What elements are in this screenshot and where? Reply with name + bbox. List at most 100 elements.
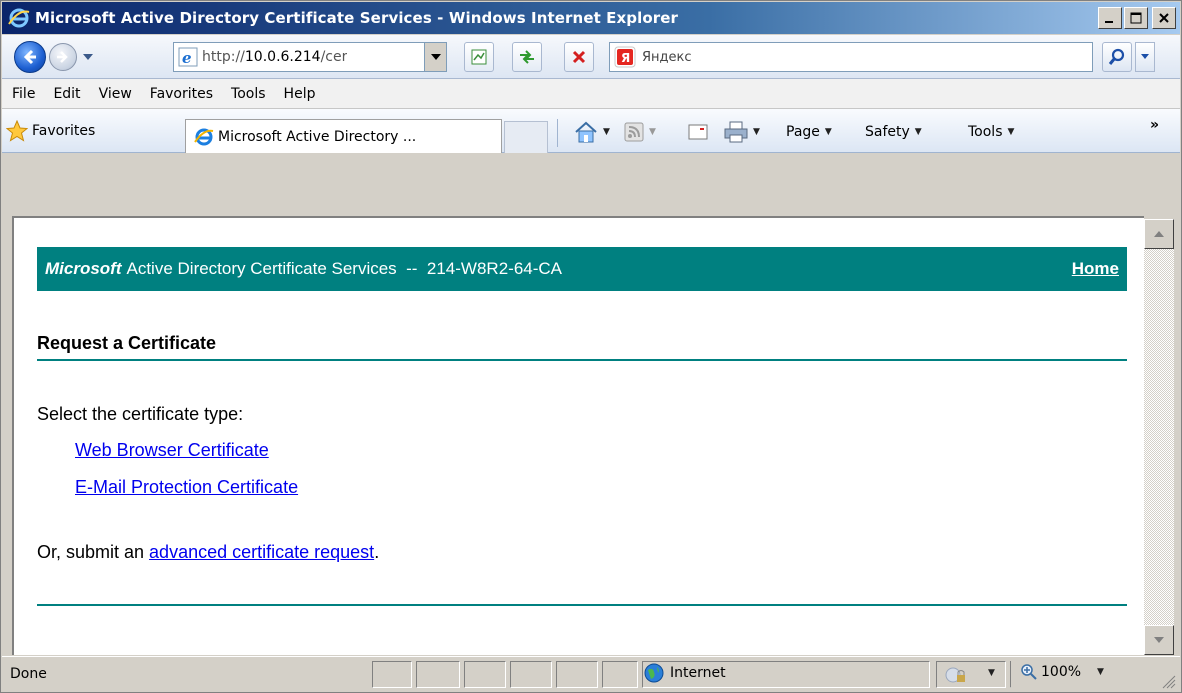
vertical-scrollbar[interactable] <box>1144 219 1174 655</box>
compatibility-view-button[interactable] <box>464 42 494 72</box>
protected-mode-icon <box>945 667 965 683</box>
menu-edit[interactable]: Edit <box>44 86 89 102</box>
status-panel <box>510 661 552 688</box>
svg-text:Я: Я <box>621 51 630 65</box>
more-commands-button[interactable]: » <box>1150 117 1159 133</box>
menu-bar: File Edit View Favorites Tools Help <box>2 79 1180 109</box>
chevron-down-icon: ▼ <box>603 127 610 137</box>
chevron-down-icon <box>1141 54 1149 59</box>
search-options-dropdown[interactable] <box>1135 42 1155 72</box>
search-button[interactable] <box>1102 42 1132 72</box>
address-dropdown-button[interactable] <box>424 43 446 71</box>
advanced-suffix: . <box>374 542 380 562</box>
advanced-certificate-request-link[interactable]: advanced certificate request <box>149 542 374 562</box>
safety-menu-label: Safety <box>865 124 910 140</box>
yandex-icon: Я <box>614 46 636 68</box>
divider <box>1010 661 1011 688</box>
menu-file[interactable]: File <box>2 86 44 102</box>
status-bar: Done Internet ▼ 100% ▼ <box>2 656 1180 692</box>
tools-menu-button[interactable]: Tools ▼ <box>968 119 1014 145</box>
zone-label: Internet <box>670 665 726 681</box>
ie-logo-icon <box>8 8 30 28</box>
menu-tools[interactable]: Tools <box>222 86 275 102</box>
zoom-control[interactable]: 100% ▼ <box>1020 663 1104 681</box>
footer-divider <box>37 604 1127 606</box>
select-prompt: Select the certificate type: <box>37 404 244 424</box>
back-button[interactable] <box>14 41 46 73</box>
web-browser-certificate-link[interactable]: Web Browser Certificate <box>75 440 269 461</box>
chevron-down-icon: ▼ <box>649 127 656 137</box>
chevron-down-icon <box>430 54 441 60</box>
minimize-icon <box>1105 21 1113 23</box>
ie-logo-icon <box>194 128 214 145</box>
close-icon <box>1159 13 1169 23</box>
security-zone[interactable]: Internet <box>644 663 726 683</box>
back-arrow-icon <box>23 49 36 65</box>
divider <box>557 119 558 147</box>
chevron-down-icon: ▼ <box>1007 127 1015 137</box>
mail-icon <box>688 124 708 140</box>
protected-mode-panel[interactable]: ▼ <box>936 661 1006 688</box>
refresh-button[interactable] <box>512 42 542 72</box>
chevron-down-icon: ▼ <box>1097 667 1104 677</box>
home-link[interactable]: Home <box>1072 259 1119 279</box>
tab-active[interactable]: Microsoft Active Directory ... <box>185 119 502 153</box>
scroll-down-button[interactable] <box>1144 625 1174 655</box>
status-panel <box>372 661 412 688</box>
forward-arrow-icon <box>57 51 68 63</box>
stop-button[interactable] <box>564 42 594 72</box>
home-icon <box>575 121 597 143</box>
address-toolbar: e http://10.0.6.214/cer Я Яндекс <box>2 35 1180 79</box>
history-dropdown-icon[interactable] <box>82 52 94 62</box>
mail-button[interactable] <box>688 119 708 145</box>
advanced-request-line: Or, submit an advanced certificate reque… <box>37 542 379 563</box>
minimize-button[interactable] <box>1098 7 1122 29</box>
scroll-up-button[interactable] <box>1144 219 1174 249</box>
address-url: http://10.0.6.214/cer <box>202 49 348 65</box>
header-brand: Microsoft <box>45 259 122 278</box>
ca-header-bar: Microsoft Active Directory Certificate S… <box>37 247 1127 291</box>
resize-grip-icon[interactable] <box>1158 671 1176 689</box>
chevron-down-icon: ▼ <box>988 668 995 678</box>
tools-menu-label: Tools <box>968 124 1003 140</box>
window-title: Microsoft Active Directory Certificate S… <box>35 9 679 27</box>
title-bar[interactable]: Microsoft Active Directory Certificate S… <box>2 2 1180 34</box>
arrow-down-icon <box>1154 637 1164 643</box>
menu-favorites[interactable]: Favorites <box>141 86 222 102</box>
printer-icon <box>724 121 748 143</box>
close-button[interactable] <box>1152 7 1176 29</box>
print-button[interactable]: ▼ <box>724 119 760 145</box>
search-placeholder: Яндекс <box>642 49 692 65</box>
safety-menu-button[interactable]: Safety ▼ <box>865 119 922 145</box>
zoom-icon <box>1021 664 1037 680</box>
favorites-label: Favorites <box>32 123 96 139</box>
globe-icon <box>644 663 664 683</box>
menu-view[interactable]: View <box>90 86 141 102</box>
compatibility-icon <box>471 49 487 65</box>
arrow-up-icon <box>1154 231 1164 237</box>
stop-icon <box>572 50 586 64</box>
page-menu-button[interactable]: Page ▼ <box>786 119 832 145</box>
forward-button[interactable] <box>49 43 77 71</box>
status-panel <box>556 661 598 688</box>
status-panel <box>602 661 638 688</box>
chevron-down-icon: ▼ <box>824 127 832 137</box>
address-input[interactable]: e http://10.0.6.214/cer <box>173 42 447 72</box>
advanced-prefix: Or, submit an <box>37 542 150 562</box>
new-tab-button[interactable] <box>504 121 548 153</box>
command-bar: Favorites Microsoft Active Directory ...… <box>2 109 1180 153</box>
status-text: Done <box>10 666 47 682</box>
favorites-button[interactable]: Favorites <box>6 117 103 145</box>
maximize-icon <box>1130 12 1142 24</box>
maximize-button[interactable] <box>1124 7 1148 29</box>
star-icon <box>6 120 28 142</box>
feeds-button[interactable]: ▼ <box>624 119 656 145</box>
page-title: Request a Certificate <box>37 333 1127 361</box>
tab-title: Microsoft Active Directory ... <box>218 128 417 145</box>
home-button[interactable]: ▼ <box>574 119 610 145</box>
svg-text:e: e <box>182 49 192 67</box>
search-input[interactable]: Я Яндекс <box>609 42 1093 72</box>
page-menu-label: Page <box>786 124 820 140</box>
email-protection-certificate-link[interactable]: E-Mail Protection Certificate <box>75 477 298 498</box>
menu-help[interactable]: Help <box>275 86 325 102</box>
